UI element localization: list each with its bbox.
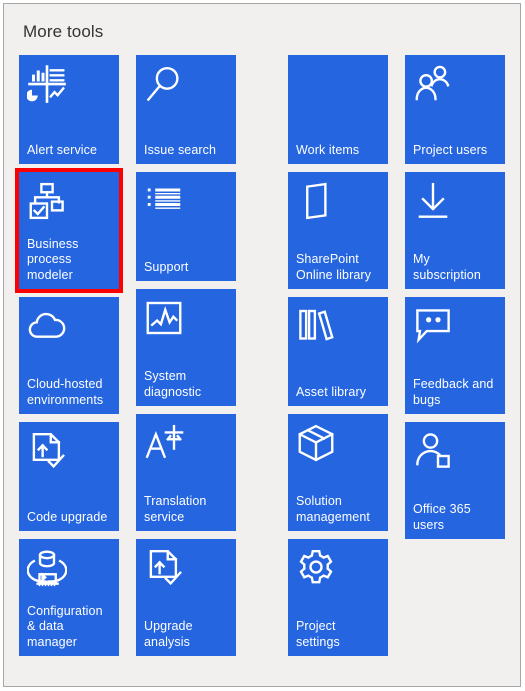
tile-code-upgrade[interactable]: Code upgrade [19, 422, 119, 531]
column-3: Work items SharePoint Online library Asset… [288, 55, 388, 664]
tile-translation-service[interactable]: Translation service [136, 414, 236, 531]
tile-label: System diagnostic [144, 369, 202, 399]
magnifier-icon [144, 64, 184, 104]
tile-work-items[interactable]: Work items [288, 55, 388, 164]
tile-label: Upgrade analysis [144, 619, 193, 649]
speech-bubble-icon [413, 306, 453, 346]
cloud-icon [27, 306, 67, 346]
tile-business-process-modeler[interactable]: Business process modeler [15, 168, 123, 293]
tile-cloud-hosted-environments[interactable]: Cloud-hosted environments [19, 297, 119, 414]
tile-upgrade-analysis[interactable]: Upgrade analysis [136, 539, 236, 656]
tile-support[interactable]: Support [136, 172, 236, 281]
tile-my-subscription[interactable]: My subscription [405, 172, 505, 289]
box-package-icon [296, 423, 336, 463]
tile-label: My subscription [413, 252, 481, 282]
tile-label: SharePoint Online library [296, 252, 372, 282]
tile-sharepoint-online-library[interactable]: SharePoint Online library [288, 172, 388, 289]
tile-label: Feedback and bugs [413, 377, 494, 407]
tile-label: Office 365 users [413, 502, 471, 532]
gear-icon [296, 548, 336, 588]
tile-label: Project users [413, 142, 488, 157]
tile-system-diagnostic[interactable]: System diagnostic [136, 289, 236, 406]
tile-label: Solution management [296, 494, 370, 524]
tile-label: Support [144, 259, 189, 274]
person-square-icon [413, 431, 453, 471]
tile-label: Project settings [296, 619, 340, 649]
tile-label: Work items [296, 142, 360, 157]
column-2: Issue search Support System diagnostic Tran… [136, 55, 236, 664]
download-arrow-icon [413, 181, 453, 221]
tile-label: Code upgrade [27, 509, 108, 524]
tile-label: Issue search [144, 142, 217, 157]
tile-label: Configuration & data manager [27, 603, 103, 649]
list-lines-icon [144, 181, 184, 221]
translate-a-character-icon [144, 423, 184, 463]
tile-label: Cloud-hosted environments [27, 377, 104, 407]
tile-label: Translation service [144, 494, 207, 524]
tile-configuration-data-manager[interactable]: Configuration & data manager [19, 539, 119, 656]
more-tools-panel: More tools Alert service Business process… [3, 3, 521, 687]
document-outline-icon [296, 181, 336, 221]
tile-project-settings[interactable]: Project settings [288, 539, 388, 656]
tile-issue-search[interactable]: Issue search [136, 55, 236, 164]
tile-asset-library[interactable]: Asset library [288, 297, 388, 406]
tile-office-365-users[interactable]: Office 365 users [405, 422, 505, 539]
tile-label: Alert service [27, 142, 98, 157]
column-4: Project users My subscription Feedback and… [405, 55, 505, 547]
column-1: Alert service Business process modeler Clo… [15, 55, 123, 664]
tile-label: Business process modeler [27, 236, 79, 282]
people-group-icon [413, 64, 453, 104]
tile-project-users[interactable]: Project users [405, 55, 505, 164]
document-upload-check-icon [144, 548, 184, 588]
analytics-dashboard-icon [27, 64, 67, 104]
tile-feedback-and-bugs[interactable]: Feedback and bugs [405, 297, 505, 414]
page-title: More tools [23, 22, 104, 41]
tile-solution-management[interactable]: Solution management [288, 414, 388, 531]
books-icon [296, 306, 336, 346]
chart-framed-icon [144, 298, 184, 338]
document-upload-check-icon [27, 431, 67, 471]
process-hierarchy-check-icon [27, 181, 67, 221]
tile-label: Asset library [296, 384, 367, 399]
data-transfer-icon [27, 548, 67, 588]
tile-alert-service[interactable]: Alert service [19, 55, 119, 164]
